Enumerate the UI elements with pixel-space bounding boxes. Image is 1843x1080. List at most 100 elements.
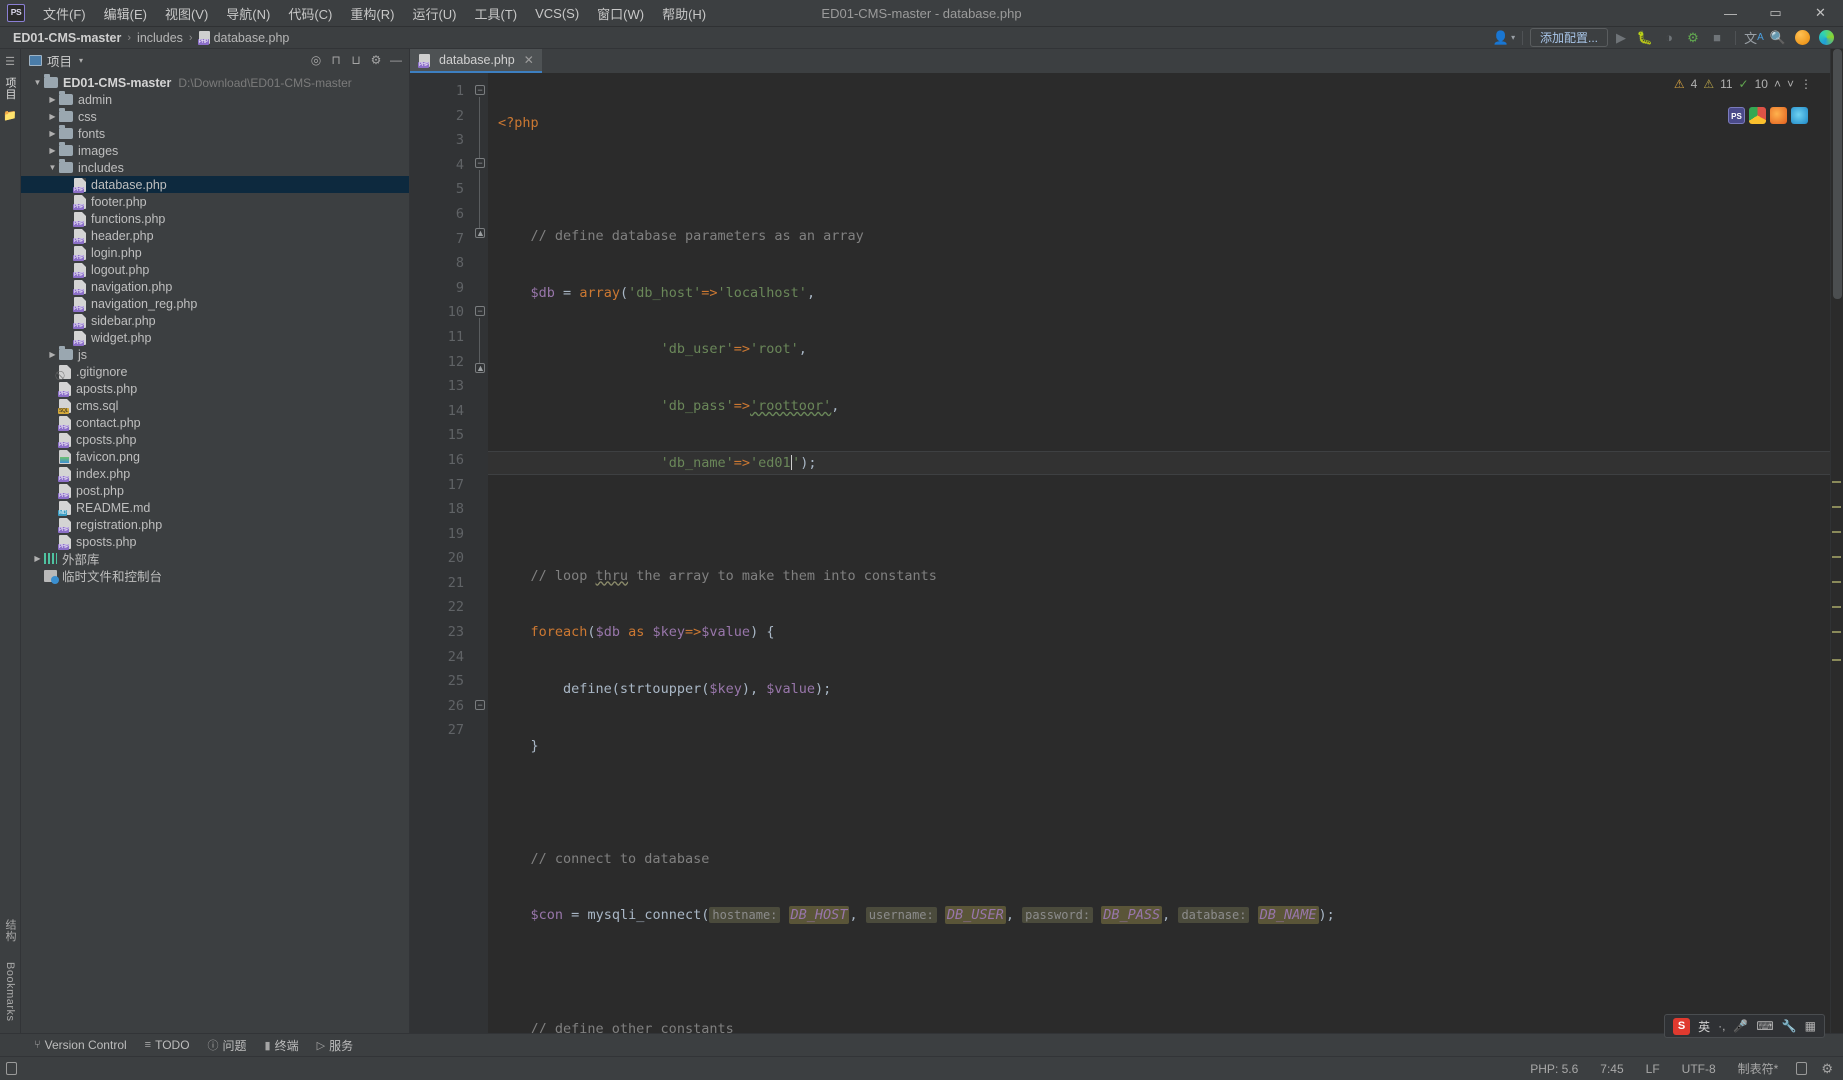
search-everywhere-icon[interactable]: 🔍 [1767, 28, 1789, 48]
caret-position-label[interactable]: 7:45 [1596, 1060, 1627, 1078]
breadcrumb-project[interactable]: ED01-CMS-master [8, 30, 126, 46]
line-number[interactable]: 11 [410, 325, 472, 350]
marker[interactable] [1832, 659, 1841, 661]
line-number[interactable]: 14 [410, 399, 472, 424]
locate-icon[interactable]: ◎ [307, 51, 325, 69]
tree-node-login.php[interactable]: ·PHPlogin.php [21, 244, 409, 261]
line-separator-label[interactable]: LF [1642, 1060, 1664, 1078]
fold-marker[interactable]: ▲ [475, 363, 485, 373]
phpstorm-preview-icon[interactable]: PS [1728, 107, 1745, 124]
grid-icon[interactable]: ▦ [1805, 1019, 1816, 1033]
tree-node-header.php[interactable]: ·PHPheader.php [21, 227, 409, 244]
minimize-button[interactable]: — [1708, 0, 1753, 27]
menu-file[interactable]: 文件(F) [34, 1, 95, 26]
line-number[interactable]: 7 [410, 227, 472, 252]
line-number[interactable]: 17 [410, 473, 472, 498]
line-number[interactable]: 13 [410, 374, 472, 399]
fold-marker[interactable]: − [475, 85, 485, 95]
line-number[interactable]: 20 [410, 546, 472, 571]
marker[interactable] [1832, 506, 1841, 508]
tree-node-js[interactable]: ▶ js [21, 346, 409, 363]
menu-window[interactable]: 窗口(W) [588, 1, 653, 26]
chevron-right-icon[interactable]: ▶ [46, 129, 59, 138]
marker[interactable] [1832, 556, 1841, 558]
inspection-widget[interactable]: ⚠ 4 ⚠ 11 ✓ 10 ˄ ˅ ⋮ [1674, 77, 1812, 91]
next-problem-icon[interactable]: ˅ [1787, 77, 1794, 91]
tree-node-readme.md[interactable]: ·MDREADME.md [21, 499, 409, 516]
line-number[interactable]: 9 [410, 276, 472, 301]
line-number[interactable]: 21 [410, 571, 472, 596]
ime-toolbar[interactable]: S 英 ·, 🎤 ⌨ 🔧 ▦ [1664, 1014, 1825, 1038]
menu-vcs[interactable]: VCS(S) [526, 3, 588, 24]
tool-tab-bookmarks[interactable]: Bookmarks [3, 959, 17, 1025]
chevron-right-icon[interactable]: ▶ [46, 146, 59, 155]
translate-icon[interactable]: 文A [1743, 28, 1765, 48]
marker[interactable] [1832, 606, 1841, 608]
breadcrumb-file[interactable]: database.php [194, 30, 295, 46]
tree-node-logout.php[interactable]: ·PHPlogout.php [21, 261, 409, 278]
chevron-right-icon[interactable]: ▶ [31, 554, 44, 563]
tool-button-todo[interactable]: ≡ TODO [137, 1036, 198, 1054]
tree-node-fonts[interactable]: ▶ fonts [21, 125, 409, 142]
user-settings-icon[interactable]: 👤 ▾ [1493, 28, 1515, 48]
keyboard-icon[interactable]: ⌨ [1756, 1019, 1773, 1033]
tree-node-.gitignore[interactable]: · .gitignore [21, 363, 409, 380]
menu-view[interactable]: 视图(V) [156, 1, 217, 26]
add-configuration-button[interactable]: 添加配置... [1529, 28, 1608, 47]
breadcrumb-includes[interactable]: includes [132, 30, 188, 46]
tree-node-registration.php[interactable]: ·PHPregistration.php [21, 516, 409, 533]
fold-marker[interactable]: ▲ [475, 228, 485, 238]
tree-node-aposts.php[interactable]: ·PHPaposts.php [21, 380, 409, 397]
line-number[interactable]: 19 [410, 522, 472, 547]
menu-edit[interactable]: 编辑(E) [95, 1, 156, 26]
tree-node-favicon.png[interactable]: · favicon.png [21, 448, 409, 465]
ime-punctuation-label[interactable]: ·, [1718, 1019, 1725, 1033]
line-number[interactable]: 23 [410, 620, 472, 645]
tool-tab-project[interactable]: 项目 [1, 74, 19, 103]
stop-icon[interactable]: ■ [1706, 28, 1728, 48]
menu-code[interactable]: 代码(C) [279, 1, 341, 26]
edge-icon[interactable] [1791, 107, 1808, 124]
folder-icon[interactable]: 📁 [3, 109, 17, 122]
close-button[interactable]: ✕ [1798, 0, 1843, 27]
maximize-button[interactable]: ▭ [1753, 0, 1798, 27]
line-number[interactable]: 8 [410, 251, 472, 276]
tree-node-sposts.php[interactable]: ·PHPsposts.php [21, 533, 409, 550]
code-content[interactable]: <?php // define database parameters as a… [488, 73, 1830, 1033]
tool-button-problems[interactable]: ⓘ 问题 [200, 1035, 255, 1056]
gear-icon[interactable]: ⚙ [1821, 1061, 1833, 1077]
tab-database-php[interactable]: database.php ✕ [410, 49, 542, 73]
chevron-down-icon[interactable]: ▾ [79, 56, 83, 65]
menu-tools[interactable]: 工具(T) [465, 1, 526, 26]
line-number[interactable]: 4 [410, 153, 472, 178]
tree-node-footer.php[interactable]: ·PHPfooter.php [21, 193, 409, 210]
tool-tab-structure[interactable]: 结构 [1, 916, 19, 945]
close-icon[interactable]: ✕ [524, 53, 534, 67]
line-number[interactable]: 3 [410, 128, 472, 153]
menu-help[interactable]: 帮助(H) [653, 1, 715, 26]
update-icon[interactable] [1791, 28, 1813, 48]
inspection-menu-icon[interactable]: ⋮ [1800, 77, 1812, 91]
line-number[interactable]: 1 [410, 79, 472, 104]
tree-node-index.php[interactable]: ·PHPindex.php [21, 465, 409, 482]
encoding-label[interactable]: UTF-8 [1678, 1060, 1720, 1078]
hide-icon[interactable]: — [387, 51, 405, 69]
line-number[interactable]: 18 [410, 497, 472, 522]
editor-marker-strip[interactable] [1830, 49, 1843, 1033]
ide-features-icon[interactable] [1815, 28, 1837, 48]
line-number[interactable]: 5 [410, 177, 472, 202]
chevron-right-icon[interactable]: ▶ [46, 95, 59, 104]
tree-node-css[interactable]: ▶ css [21, 108, 409, 125]
tree-node-ed01-cms-master[interactable]: ▼ ED01-CMS-master D:\Download\ED01-CMS-mas… [21, 74, 409, 91]
tree-node-sidebar.php[interactable]: ·PHPsidebar.php [21, 312, 409, 329]
lock-icon[interactable] [6, 1062, 17, 1075]
tool-button-terminal[interactable]: ▮ 终端 [257, 1035, 307, 1056]
tree-node-functions.php[interactable]: ·PHPfunctions.php [21, 210, 409, 227]
gear-icon[interactable]: ⚙ [367, 51, 385, 69]
profile-icon[interactable]: ⚙ [1682, 28, 1704, 48]
tree-node-cms.sql[interactable]: ·SQLcms.sql [21, 397, 409, 414]
debug-icon[interactable]: 🐛 [1634, 28, 1656, 48]
editor-scrollbar-thumb[interactable] [1833, 49, 1842, 299]
line-number[interactable]: 2 [410, 104, 472, 129]
chevron-down-icon[interactable]: ▼ [46, 163, 59, 172]
